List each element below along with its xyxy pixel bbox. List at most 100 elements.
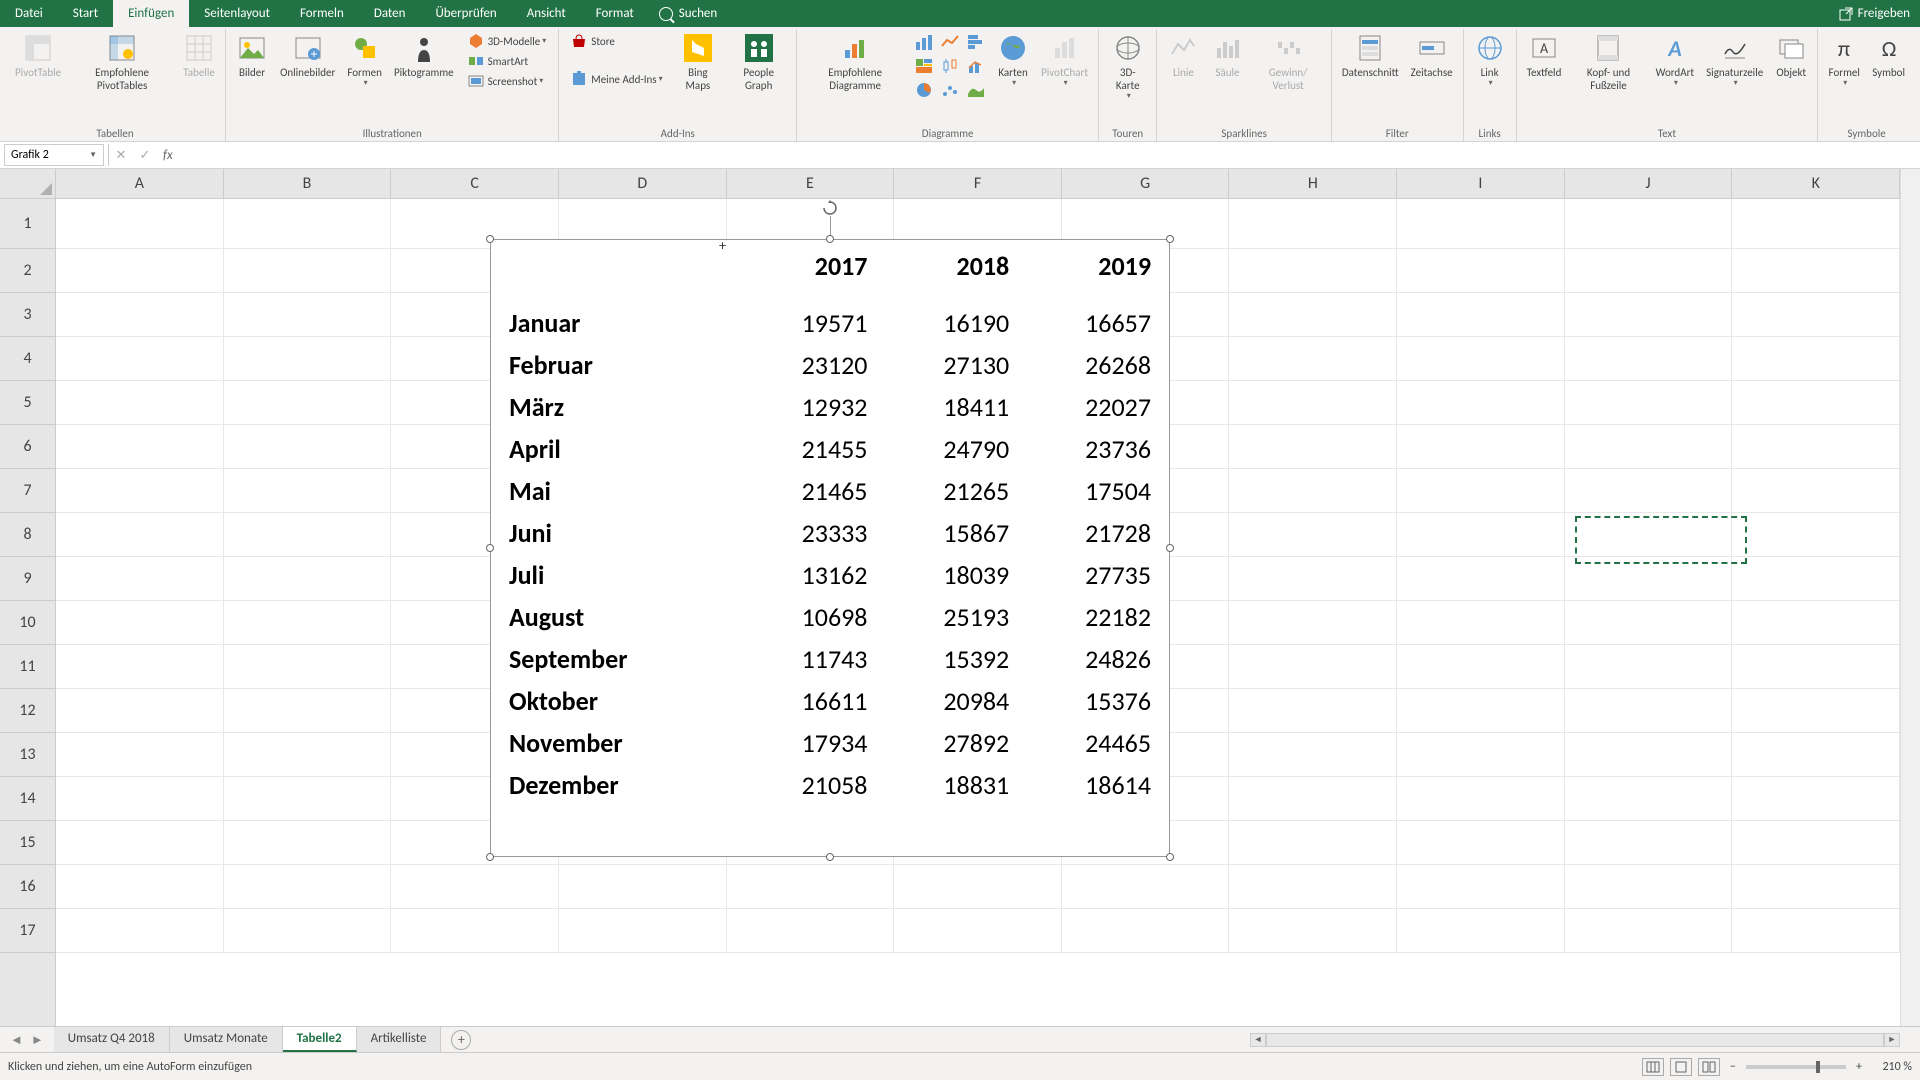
cell[interactable] [1732, 337, 1900, 381]
row-header[interactable]: 17 [0, 909, 55, 953]
cell[interactable] [224, 249, 392, 293]
row-header[interactable]: 11 [0, 645, 55, 689]
menu-tab-format[interactable]: Format [581, 0, 649, 27]
cell[interactable] [56, 865, 224, 909]
cell[interactable] [727, 909, 895, 953]
cell[interactable] [224, 645, 392, 689]
cell[interactable] [1732, 425, 1900, 469]
cell[interactable] [224, 293, 392, 337]
rotate-handle[interactable] [822, 200, 838, 216]
empfohlene-diagramme-button[interactable]: Empfohlene Diagramme [801, 29, 909, 95]
sparkline-linie-button[interactable]: Linie [1161, 29, 1205, 82]
cell[interactable] [56, 199, 224, 249]
formula-input[interactable] [179, 144, 1920, 166]
wordart-button[interactable]: AWordArt [1650, 29, 1700, 92]
cell[interactable] [894, 909, 1062, 953]
cell[interactable] [1732, 557, 1900, 601]
cell[interactable] [1397, 337, 1565, 381]
row-header[interactable]: 1 [0, 199, 55, 249]
cell[interactable] [1229, 425, 1397, 469]
cell[interactable] [1565, 821, 1733, 865]
column-header[interactable]: K [1732, 169, 1900, 198]
cell[interactable] [1062, 865, 1230, 909]
cell[interactable] [1229, 249, 1397, 293]
cell[interactable] [56, 821, 224, 865]
cell[interactable] [224, 199, 392, 249]
cell[interactable] [391, 909, 559, 953]
textfeld-button[interactable]: ATextfeld [1521, 29, 1568, 82]
bilder-button[interactable]: Bilder [230, 29, 274, 82]
zoom-slider[interactable] [1746, 1065, 1846, 1069]
cell[interactable] [1565, 249, 1733, 293]
symbol-button[interactable]: ΩSymbol [1866, 29, 1911, 82]
menu-tab-start[interactable]: Start [58, 0, 113, 27]
cell[interactable] [224, 557, 392, 601]
cell[interactable] [1397, 425, 1565, 469]
empfohlene-pivottables-button[interactable]: Empfohlene PivotTables [67, 29, 177, 95]
cell[interactable] [727, 865, 895, 909]
cell[interactable] [1229, 381, 1397, 425]
sheet-tab[interactable]: Tabelle2 [283, 1027, 357, 1052]
menu-tab-datei[interactable]: Datei [0, 0, 58, 27]
cell[interactable] [1732, 689, 1900, 733]
zeitachse-button[interactable]: Zeitachse [1405, 29, 1459, 82]
cell[interactable] [1397, 865, 1565, 909]
cell[interactable] [1397, 469, 1565, 513]
cell[interactable] [894, 865, 1062, 909]
cell[interactable] [56, 249, 224, 293]
cell[interactable] [1565, 381, 1733, 425]
add-sheet-button[interactable]: + [451, 1030, 471, 1050]
cell[interactable] [1229, 469, 1397, 513]
fx-icon[interactable]: fx [157, 148, 179, 163]
cell[interactable] [1229, 777, 1397, 821]
piktogramme-button[interactable]: Piktogramme [388, 29, 460, 82]
statistic-chart-icon[interactable] [939, 57, 961, 75]
name-box[interactable]: Grafik 2 ▼ [4, 144, 104, 166]
link-button[interactable]: Link [1468, 29, 1512, 92]
row-header[interactable]: 6 [0, 425, 55, 469]
signaturzeile-button[interactable]: Signaturzeile [1700, 29, 1769, 92]
menu-tab-daten[interactable]: Daten [359, 0, 421, 27]
cell[interactable] [56, 425, 224, 469]
column-header[interactable]: D [559, 169, 727, 198]
tell-me-search[interactable]: Suchen [649, 6, 727, 21]
cell[interactable] [1565, 199, 1733, 249]
column-chart-icon[interactable] [913, 33, 935, 51]
pivotchart-button[interactable]: PivotChart [1035, 29, 1094, 92]
cell[interactable] [56, 337, 224, 381]
row-header[interactable]: 12 [0, 689, 55, 733]
resize-handle[interactable] [1166, 235, 1174, 243]
row-header[interactable]: 3 [0, 293, 55, 337]
cell[interactable] [56, 513, 224, 557]
cell[interactable] [1229, 645, 1397, 689]
horizontal-scrollbar[interactable]: ◄► [1250, 1032, 1900, 1048]
row-header[interactable]: 5 [0, 381, 55, 425]
row-header[interactable]: 8 [0, 513, 55, 557]
page-layout-view-button[interactable] [1670, 1058, 1692, 1076]
cell[interactable] [56, 557, 224, 601]
column-header[interactable]: C [391, 169, 559, 198]
sheet-nav-buttons[interactable]: ◄► [0, 1032, 54, 1048]
cell[interactable] [1732, 865, 1900, 909]
cell[interactable] [1565, 601, 1733, 645]
row-header[interactable]: 4 [0, 337, 55, 381]
sparkline-saule-button[interactable]: Säule [1205, 29, 1249, 82]
zoom-level[interactable]: 210 % [1872, 1060, 1912, 1074]
cell[interactable] [224, 425, 392, 469]
resize-handle[interactable] [826, 853, 834, 861]
cell[interactable] [1397, 513, 1565, 557]
column-header[interactable]: G [1062, 169, 1230, 198]
cell[interactable] [56, 777, 224, 821]
resize-handle[interactable] [486, 235, 494, 243]
cell[interactable] [224, 337, 392, 381]
cell[interactable] [1565, 909, 1733, 953]
cell[interactable] [1732, 601, 1900, 645]
tabelle-button[interactable]: Tabelle [177, 29, 221, 82]
cell[interactable] [224, 381, 392, 425]
cell[interactable] [56, 733, 224, 777]
cell[interactable] [1732, 909, 1900, 953]
cell[interactable] [1397, 777, 1565, 821]
combo-chart-icon[interactable] [965, 57, 987, 75]
cell[interactable] [1229, 821, 1397, 865]
column-header[interactable]: A [56, 169, 224, 198]
